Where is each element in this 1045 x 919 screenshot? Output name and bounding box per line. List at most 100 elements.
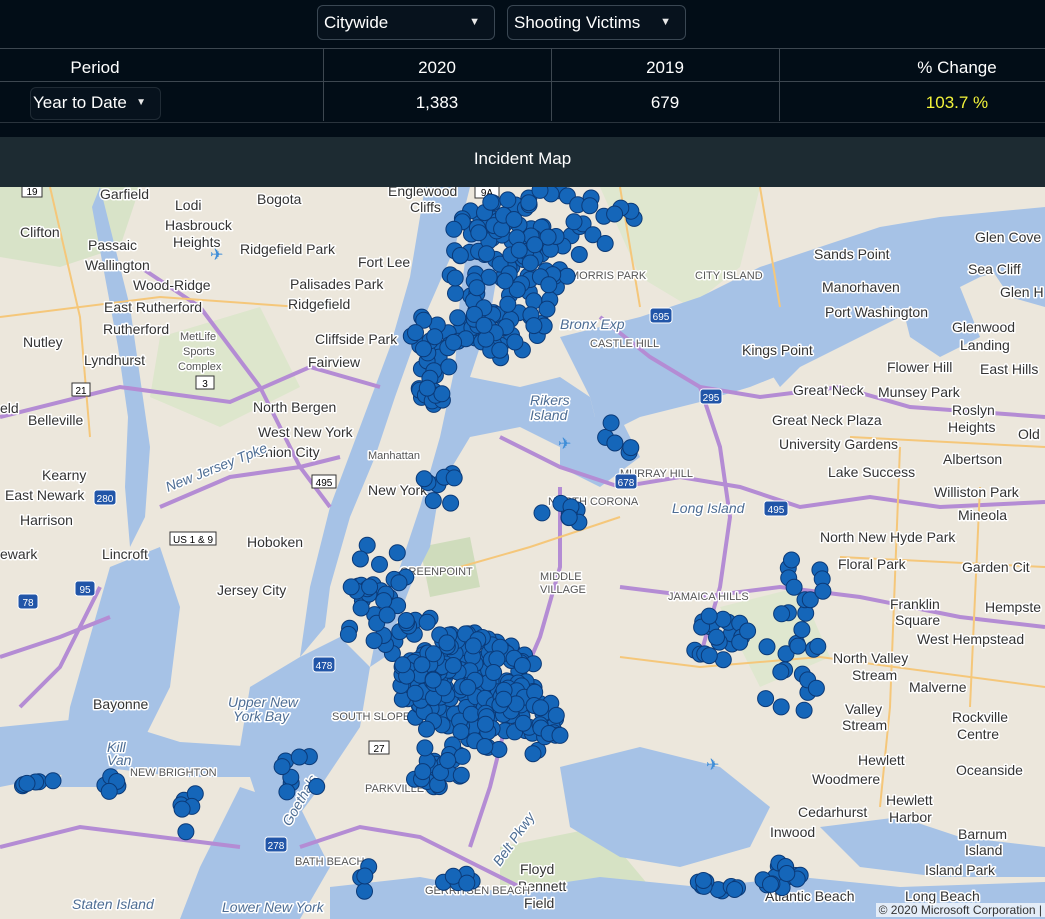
incident-marker[interactable] <box>100 782 118 800</box>
incident-marker[interactable] <box>602 414 620 432</box>
incident-marker[interactable] <box>809 637 827 655</box>
incident-marker[interactable] <box>445 220 463 238</box>
incident-marker[interactable] <box>424 671 442 689</box>
incident-marker[interactable] <box>388 544 406 562</box>
incident-marker[interactable] <box>739 622 757 640</box>
incident-marker[interactable] <box>453 747 471 765</box>
area-dropdown[interactable]: Citywide ▼ <box>317 5 495 40</box>
incident-marker[interactable] <box>773 605 791 623</box>
incident-marker[interactable] <box>445 469 463 487</box>
incident-marker[interactable] <box>459 678 477 696</box>
incident-marker[interactable] <box>290 748 308 766</box>
incident-marker[interactable] <box>446 269 464 287</box>
incident-marker[interactable] <box>470 224 488 242</box>
incident-marker[interactable] <box>757 690 775 708</box>
incident-marker[interactable] <box>772 698 790 716</box>
incident-marker[interactable] <box>433 385 451 403</box>
incident-marker[interactable] <box>560 508 578 526</box>
incident-marker[interactable] <box>394 656 412 674</box>
incident-marker[interactable] <box>524 745 542 763</box>
incident-marker[interactable] <box>444 657 462 674</box>
incident-marker[interactable] <box>814 582 832 600</box>
incident-marker[interactable] <box>533 504 551 522</box>
incident-marker[interactable] <box>700 647 718 665</box>
incident-marker[interactable] <box>375 592 393 610</box>
incident-marker[interactable] <box>476 738 494 755</box>
incident-marker[interactable] <box>356 867 374 885</box>
incident-marker[interactable] <box>520 194 538 212</box>
incident-marker[interactable] <box>440 358 458 376</box>
incident-marker[interactable] <box>596 235 614 252</box>
incident-marker[interactable] <box>18 774 36 792</box>
incident-marker[interactable] <box>478 245 495 263</box>
incident-marker[interactable] <box>464 637 482 655</box>
incident-marker[interactable] <box>714 651 732 669</box>
incident-marker[interactable] <box>793 621 811 639</box>
incident-marker[interactable] <box>438 634 456 652</box>
incident-marker[interactable] <box>351 550 369 568</box>
incident-marker[interactable] <box>273 758 291 776</box>
incident-marker[interactable] <box>495 690 513 708</box>
incident-marker[interactable] <box>173 800 191 818</box>
incident-marker[interactable] <box>425 645 442 663</box>
incident-marker[interactable] <box>342 578 360 596</box>
incident-marker[interactable] <box>415 470 433 488</box>
incident-marker[interactable] <box>452 766 470 784</box>
incident-marker[interactable] <box>356 882 373 900</box>
incident-marker[interactable] <box>177 823 195 841</box>
incident-marker[interactable] <box>505 211 523 228</box>
incident-marker[interactable] <box>462 705 480 723</box>
incident-marker[interactable] <box>795 701 813 719</box>
incident-marker[interactable] <box>531 187 549 199</box>
incident-marker[interactable] <box>807 679 825 697</box>
incident-marker[interactable] <box>694 872 712 889</box>
incident-marker[interactable] <box>778 865 796 882</box>
incident-marker[interactable] <box>449 309 467 327</box>
incident-marker[interactable] <box>278 783 296 801</box>
incident-marker[interactable] <box>352 599 370 617</box>
incident-marker[interactable] <box>451 247 469 264</box>
incident-marker[interactable] <box>439 752 457 769</box>
incident-marker[interactable] <box>783 551 800 569</box>
incident-marker[interactable] <box>785 578 803 596</box>
incident-marker[interactable] <box>418 720 435 738</box>
incident-marker[interactable] <box>762 875 779 893</box>
incident-marker[interactable] <box>445 333 463 351</box>
incident-marker[interactable] <box>477 715 494 733</box>
incident-marker[interactable] <box>490 741 508 758</box>
incident-marker[interactable] <box>526 236 544 254</box>
incident-marker[interactable] <box>426 328 444 346</box>
incident-marker[interactable] <box>361 578 379 596</box>
incident-marker[interactable] <box>506 333 524 351</box>
incident-marker[interactable] <box>414 763 432 781</box>
incident-marker[interactable] <box>485 664 503 681</box>
incident-marker[interactable] <box>714 610 732 628</box>
incident-marker[interactable] <box>407 324 424 342</box>
metric-dropdown[interactable]: Shooting Victims ▼ <box>507 5 686 40</box>
incident-marker[interactable] <box>514 714 532 732</box>
incident-marker[interactable] <box>510 241 528 259</box>
incident-marker[interactable] <box>416 739 434 757</box>
incident-marker[interactable] <box>397 612 415 629</box>
incident-map[interactable]: ✈ ✈ ✈ Garfield Lodi Bogota Englewood Cli… <box>0 187 1045 919</box>
incident-marker[interactable] <box>558 267 576 285</box>
incident-marker[interactable] <box>406 684 424 702</box>
incident-marker[interactable] <box>726 881 744 898</box>
incident-marker[interactable] <box>390 574 408 592</box>
incident-marker[interactable] <box>525 317 543 335</box>
period-dropdown[interactable]: Year to Date ▼ <box>30 87 161 120</box>
incident-marker[interactable] <box>418 379 436 397</box>
incident-marker[interactable] <box>339 625 357 643</box>
incident-marker[interactable] <box>758 638 776 656</box>
incident-marker[interactable] <box>499 191 517 209</box>
incident-marker[interactable] <box>540 276 558 294</box>
incident-marker[interactable] <box>789 637 807 655</box>
incident-marker[interactable] <box>482 193 500 211</box>
incident-marker[interactable] <box>499 295 517 313</box>
incident-marker[interactable] <box>415 340 432 358</box>
incident-marker[interactable] <box>371 555 388 573</box>
incident-marker[interactable] <box>447 284 464 302</box>
incident-marker[interactable] <box>772 663 790 681</box>
incident-marker[interactable] <box>606 434 624 452</box>
incident-marker[interactable] <box>418 613 436 631</box>
